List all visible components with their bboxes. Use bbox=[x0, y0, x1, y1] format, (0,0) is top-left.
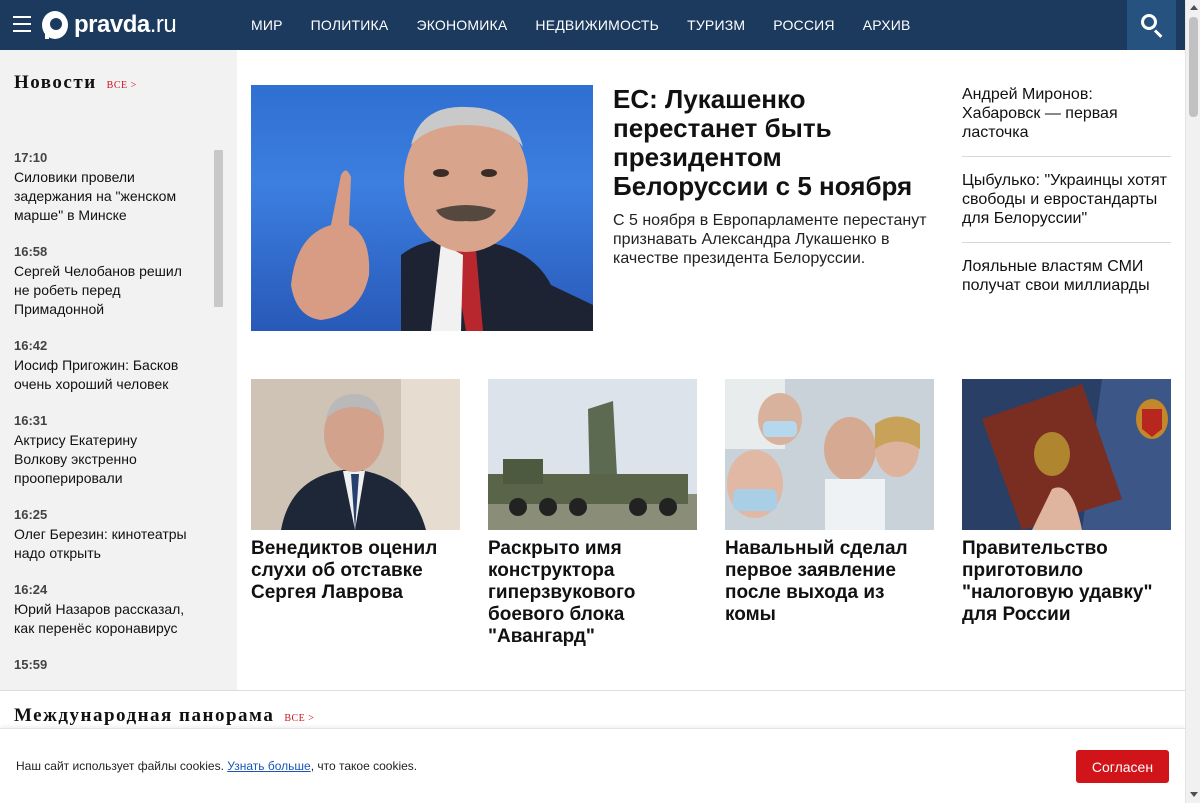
news-list: 17:10 Силовики провели задержания на "же… bbox=[14, 150, 189, 690]
story-card-image[interactable] bbox=[488, 379, 697, 530]
news-item[interactable]: 15:59 bbox=[14, 657, 189, 672]
news-all-link[interactable]: ВСЕ > bbox=[107, 80, 137, 91]
logo-domain: .ru bbox=[149, 11, 177, 38]
news-item[interactable]: 16:31 Актрису Екатерину Волкову экстренн… bbox=[14, 413, 189, 488]
nav-item-turizm[interactable]: ТУРИЗМ bbox=[687, 17, 745, 33]
cookie-text-before: Наш сайт использует файлы cookies. bbox=[16, 759, 228, 773]
nav-item-ekonomika[interactable]: ЭКОНОМИКА bbox=[416, 17, 507, 33]
cookie-banner: Наш сайт использует файлы cookies. Узнат… bbox=[0, 728, 1185, 803]
nav-item-nedvizhimost[interactable]: НЕДВИЖИМОСТЬ bbox=[535, 17, 659, 33]
news-scrollbar-thumb[interactable] bbox=[214, 150, 223, 307]
nav-item-mir[interactable]: МИР bbox=[251, 17, 283, 33]
scroll-down-arrow-icon[interactable] bbox=[1190, 792, 1198, 797]
news-time: 16:25 bbox=[14, 507, 48, 522]
lead-story-image[interactable] bbox=[251, 85, 593, 331]
lead-photo-illustration bbox=[291, 106, 593, 331]
story-card-image[interactable] bbox=[251, 379, 460, 530]
story-card-title[interactable]: Венедиктов оценил слухи об отставке Серг… bbox=[251, 538, 460, 604]
intl-all-link[interactable]: ВСЕ > bbox=[284, 713, 314, 724]
news-item[interactable]: 16:42 Иосиф Пригожин: Басков очень хорош… bbox=[14, 338, 189, 394]
lead-story-subtitle: С 5 ноября в Европарламенте перестанут п… bbox=[613, 212, 927, 267]
logo-icon bbox=[42, 11, 68, 39]
story-card-title[interactable]: Правительство приготовило "налоговую уда… bbox=[962, 538, 1171, 626]
story-card[interactable]: Правительство приготовило "налоговую уда… bbox=[962, 379, 1171, 626]
news-headline[interactable]: Силовики провели задержания на "женском … bbox=[14, 168, 189, 225]
cookie-text-after: , что такое cookies. bbox=[310, 759, 418, 773]
top-navigation-bar: pravda.ru МИР ПОЛИТИКА ЭКОНОМИКА НЕДВИЖИ… bbox=[0, 0, 1185, 50]
news-time: 16:24 bbox=[14, 582, 48, 597]
news-section-title: Новости bbox=[14, 72, 97, 93]
news-time: 16:42 bbox=[14, 338, 48, 353]
news-headline[interactable]: Олег Березин: кинотеатры надо открыть bbox=[14, 525, 189, 563]
page-scrollbar[interactable] bbox=[1185, 0, 1200, 803]
logo-text: pravda bbox=[74, 11, 150, 38]
news-sidebar: Новости ВСЕ > 17:10 Силовики провели зад… bbox=[0, 50, 237, 690]
news-headline[interactable]: Иосиф Пригожин: Басков очень хороший чел… bbox=[14, 356, 189, 394]
page-scrollbar-thumb[interactable] bbox=[1189, 17, 1198, 117]
scroll-up-arrow-icon[interactable] bbox=[1190, 5, 1198, 10]
site-logo[interactable]: pravda.ru bbox=[42, 10, 177, 40]
side-headline[interactable]: Андрей Миронов: Хабаровск — первая ласто… bbox=[962, 85, 1171, 157]
story-card[interactable]: Венедиктов оценил слухи об отставке Серг… bbox=[251, 379, 460, 604]
news-headline[interactable]: Актрису Екатерину Волкову экстренно проо… bbox=[14, 431, 189, 488]
news-item[interactable]: 16:58 Сергей Челобанов решил не робеть п… bbox=[14, 244, 189, 319]
news-time: 17:10 bbox=[14, 150, 48, 165]
side-headline[interactable]: Лояльные властям СМИ получат свои миллиа… bbox=[962, 257, 1171, 309]
story-card-image[interactable] bbox=[725, 379, 934, 530]
intl-section-header: Международная панорама ВСЕ > bbox=[14, 705, 314, 727]
news-header: Новости ВСЕ > bbox=[14, 72, 137, 94]
news-time: 15:59 bbox=[14, 657, 48, 672]
story-card[interactable]: Раскрыто имя конструктора гиперзвукового… bbox=[488, 379, 697, 648]
story-card-title[interactable]: Навальный сделал первое заявление после … bbox=[725, 538, 934, 626]
search-icon bbox=[1141, 14, 1157, 30]
search-button[interactable] bbox=[1127, 0, 1176, 50]
nav-item-politika[interactable]: ПОЛИТИКА bbox=[311, 17, 389, 33]
news-headline[interactable]: Юрий Назаров рассказал, как перенёс коро… bbox=[14, 600, 189, 638]
menu-icon[interactable] bbox=[13, 16, 31, 32]
story-card[interactable]: Навальный сделал первое заявление после … bbox=[725, 379, 934, 626]
cookie-message: Наш сайт использует файлы cookies. Узнат… bbox=[16, 759, 417, 773]
news-item[interactable]: 16:25 Олег Березин: кинотеатры надо откр… bbox=[14, 507, 189, 563]
news-headline[interactable]: Сергей Челобанов решил не робеть перед П… bbox=[14, 262, 189, 319]
side-headline[interactable]: Цыбулько: "Украинцы хотят свободы и евро… bbox=[962, 171, 1171, 243]
section-divider bbox=[0, 690, 1185, 691]
cookie-accept-button[interactable]: Согласен bbox=[1076, 750, 1169, 783]
story-card-image[interactable] bbox=[962, 379, 1171, 530]
news-item[interactable]: 17:10 Силовики провели задержания на "же… bbox=[14, 150, 189, 225]
news-time: 16:58 bbox=[14, 244, 48, 259]
nav-item-rossiya[interactable]: РОССИЯ bbox=[773, 17, 835, 33]
lead-story-title[interactable]: ЕС: Лукашенко перестанет быть президенто… bbox=[613, 85, 938, 201]
news-time: 16:31 bbox=[14, 413, 48, 428]
main-nav: МИР ПОЛИТИКА ЭКОНОМИКА НЕДВИЖИМОСТЬ ТУРИ… bbox=[251, 0, 939, 50]
side-headlines: Андрей Миронов: Хабаровск — первая ласто… bbox=[962, 85, 1171, 323]
cookie-learn-more-link[interactable]: Узнать больше bbox=[227, 759, 310, 773]
nav-item-arhiv[interactable]: АРХИВ bbox=[863, 17, 911, 33]
news-item[interactable]: 16:24 Юрий Назаров рассказал, как перенё… bbox=[14, 582, 189, 638]
intl-section-title: Международная панорама bbox=[14, 705, 275, 726]
story-card-title[interactable]: Раскрыто имя конструктора гиперзвукового… bbox=[488, 538, 697, 648]
